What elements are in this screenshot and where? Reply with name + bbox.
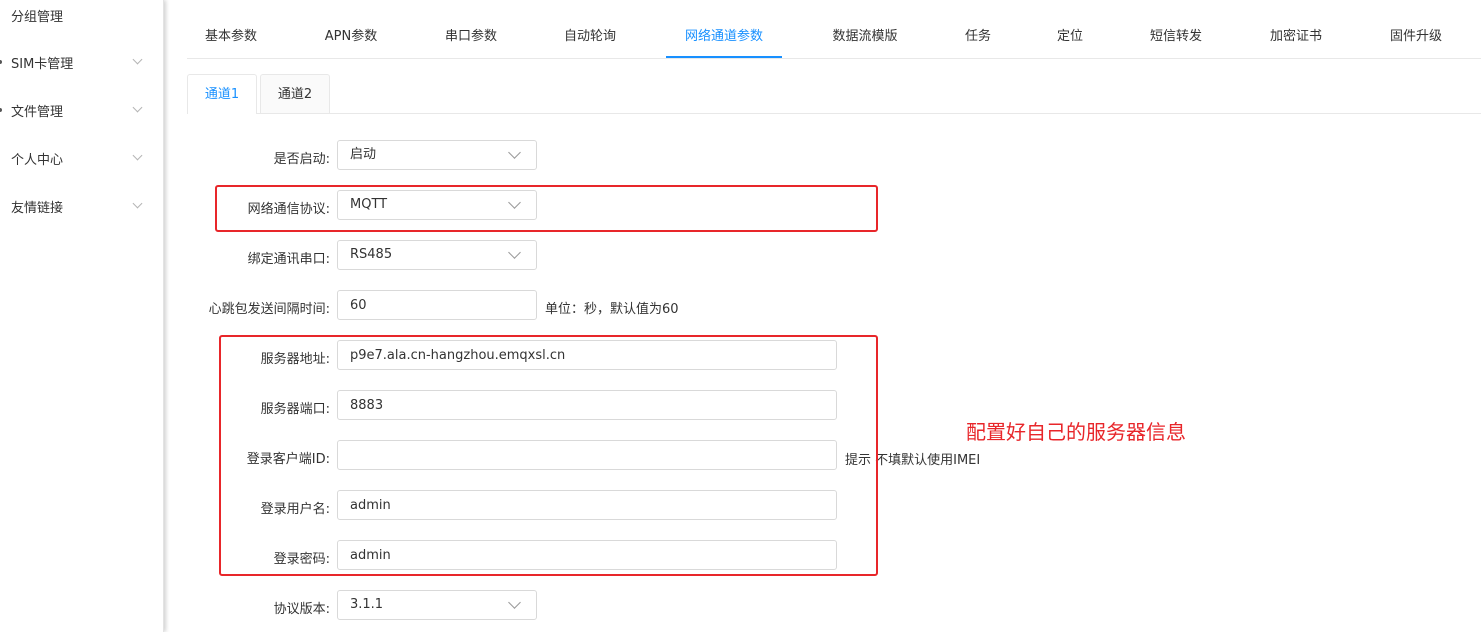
- heartbeat-input[interactable]: [337, 290, 537, 320]
- sidebar-item-personal-center[interactable]: 个人中心: [0, 143, 163, 173]
- heartbeat-label: 心跳包发送间隔时间:: [208, 302, 330, 317]
- heartbeat-hint: 单位：秒，默认值为60: [545, 302, 679, 317]
- serial-select[interactable]: RS485: [337, 240, 537, 270]
- chevron-down-icon: [508, 146, 521, 159]
- tab-channel-1[interactable]: 通道1: [187, 74, 257, 114]
- serial-value: RS485: [350, 247, 393, 262]
- tab-tasks[interactable]: 任务: [956, 17, 1000, 57]
- tab-location[interactable]: 定位: [1048, 17, 1092, 57]
- tab-encryption-cert[interactable]: 加密证书: [1257, 17, 1335, 57]
- sidebar-item-label: SIM卡管理: [11, 56, 74, 72]
- chevron-down-icon: [508, 246, 521, 259]
- protocol-version-value: 3.1.1: [350, 597, 384, 612]
- top-tab-bar: 基本参数 APN参数 串口参数 自动轮询 网络通道参数 数据流模版 任务 定位 …: [187, 17, 1481, 59]
- sidebar-item-friend-links[interactable]: 友情链接: [0, 191, 163, 221]
- tab-firmware-upgrade[interactable]: 固件升级: [1377, 17, 1455, 57]
- sidebar-item-label: 友情链接: [11, 200, 64, 216]
- tab-basic-params[interactable]: 基本参数: [187, 17, 275, 57]
- tab-channel-2[interactable]: 通道2: [260, 74, 330, 113]
- tab-sms-forward[interactable]: 短信转发: [1137, 17, 1215, 57]
- highlight-box-protocol: [215, 185, 878, 232]
- sidebar-item-label: 个人中心: [11, 152, 64, 168]
- sidebar-item-file-management[interactable]: 文件管理: [0, 95, 163, 125]
- highlight-box-server-info: [219, 335, 878, 576]
- sidebar-item-sim-management[interactable]: SIM卡管理: [0, 47, 163, 77]
- sidebar-item-label: 分组管理: [11, 9, 64, 25]
- chevron-down-icon: [132, 54, 143, 65]
- enable-select[interactable]: 启动: [337, 140, 537, 170]
- channel-tab-bar: 通道1 通道2: [187, 74, 1481, 114]
- sidebar-item-group-management[interactable]: 分组管理: [0, 0, 163, 30]
- tab-serial-params[interactable]: 串口参数: [427, 17, 515, 57]
- protocol-version-select[interactable]: 3.1.1: [337, 590, 537, 620]
- tab-apn-params[interactable]: APN参数: [307, 17, 395, 57]
- bullet-icon: [0, 108, 2, 112]
- chevron-down-icon: [132, 198, 143, 209]
- chevron-down-icon: [508, 596, 521, 609]
- tab-network-channel-params[interactable]: 网络通道参数: [666, 17, 782, 58]
- tab-data-stream-template[interactable]: 数据流模版: [814, 17, 916, 57]
- bullet-icon: [0, 60, 2, 64]
- serial-label: 绑定通讯串口:: [247, 252, 330, 267]
- tab-auto-polling[interactable]: 自动轮询: [546, 17, 634, 57]
- enable-label: 是否启动:: [273, 152, 330, 167]
- chevron-down-icon: [132, 102, 143, 113]
- sidebar: 分组管理 SIM卡管理 文件管理 个人中心 友情链接: [0, 0, 164, 632]
- chevron-down-icon: [132, 150, 143, 161]
- enable-value: 启动: [350, 147, 377, 162]
- protocol-version-label: 协议版本:: [273, 602, 330, 617]
- annotation-text: 配置好自己的服务器信息: [966, 420, 1186, 444]
- sidebar-item-label: 文件管理: [11, 104, 64, 120]
